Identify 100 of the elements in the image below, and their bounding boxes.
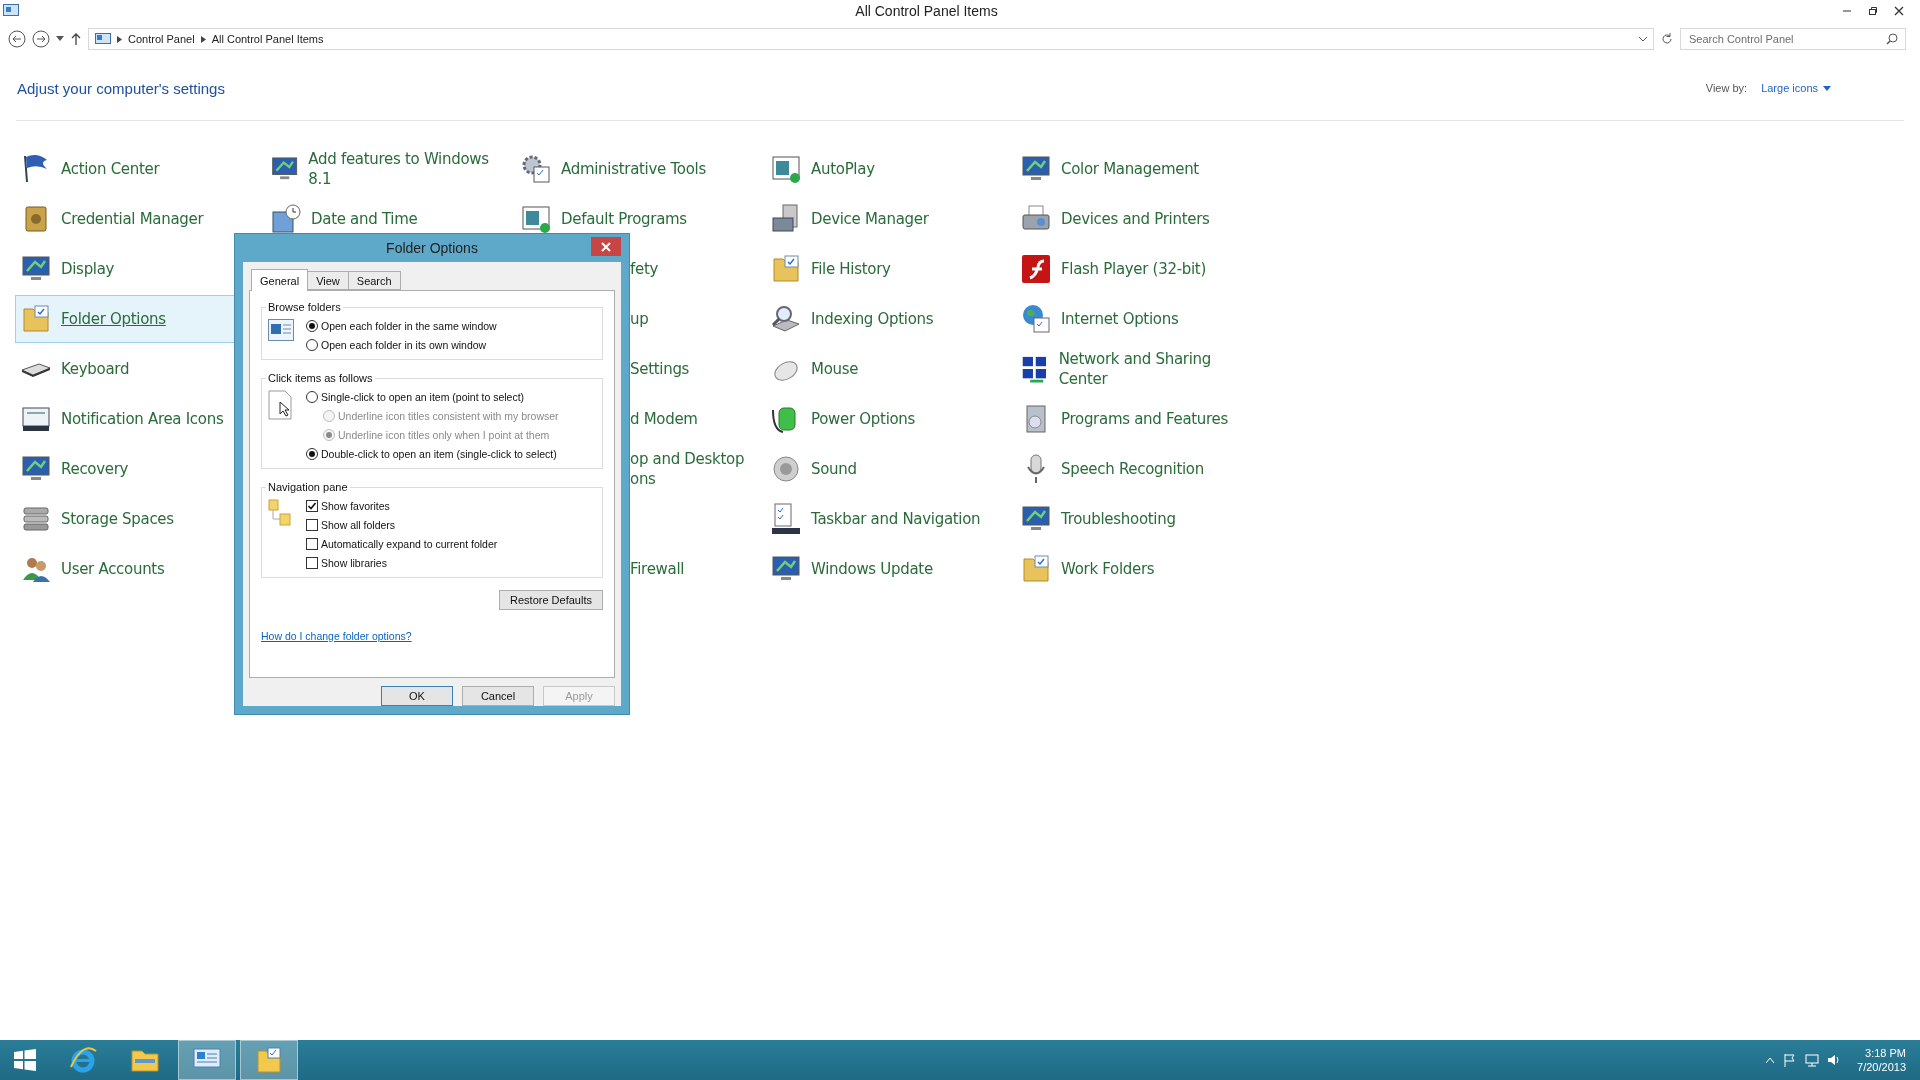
window-title: All Control Panel Items [854,3,999,19]
address-bar[interactable]: Control Panel All Control Panel Items [88,28,1654,50]
page-heading: Adjust your computer's settings [17,79,225,97]
control-panel-item[interactable]: Power Options [765,395,1001,443]
pointer-icon [268,390,292,420]
chevron-icon [200,35,206,43]
dialog-button[interactable]: OK [381,686,453,706]
history-dropdown-button[interactable] [56,36,64,42]
view-by-dropdown[interactable]: Large icons [1761,82,1831,94]
control-panel-item[interactable]: Flash Player (32-bit) [1015,245,1251,293]
close-icon [601,241,611,252]
option-label: Open each folder in the same window [321,319,497,332]
tab[interactable]: View [307,271,349,290]
option-label: Open each folder in its own window [321,338,487,351]
dialog-title: Folder Options [386,240,478,256]
checkbox[interactable] [306,537,318,550]
flag-icon [1783,1053,1798,1067]
control-panel-item[interactable]: Storage Spaces [15,495,251,543]
group-title: Browse folders [267,301,342,313]
refresh-button[interactable] [1660,32,1674,46]
tab[interactable]: General [251,269,309,291]
flash-icon [1019,252,1053,286]
search-field[interactable]: Search Control Panel [1680,28,1906,50]
forward-button[interactable] [32,30,50,48]
restore-icon [1868,6,1878,16]
dialog-button[interactable]: Cancel [462,686,534,706]
control-panel-item[interactable]: Mouse [765,345,1001,393]
checkbox[interactable] [306,556,318,569]
folder-icon [130,1047,160,1073]
group-title: Click items as follows [267,372,374,384]
tab[interactable]: Search [347,271,401,290]
radio-button[interactable] [306,319,318,332]
option-label: Automatically expand to current folder [321,537,498,550]
help-link[interactable]: How do I change folder options? [261,630,412,642]
control-panel-item[interactable]: Troubleshooting [1015,495,1251,543]
control-panel-item[interactable]: Default Programs [515,195,751,243]
browser-icon [68,1045,98,1075]
option-label: Show favorites [321,499,390,512]
radio-button[interactable] [306,390,318,403]
control-panel-icon [95,32,111,46]
control-panel-item[interactable]: Speech Recognition [1015,445,1251,493]
control-panel-item[interactable]: Indexing Options [765,295,1001,343]
control-panel-item[interactable]: Date and Time [265,195,501,243]
chevron-up-icon [1765,1056,1776,1064]
clock-date: 7/20/2013 [1857,1060,1906,1074]
control-panel-item[interactable]: Administrative Tools [515,145,751,193]
control-panel-item[interactable]: Add features to Windows 8.1 [265,145,501,193]
app-icon [3,4,19,18]
control-panel-item[interactable]: Work Folders [1015,545,1251,593]
control-panel-item[interactable]: Devices and Printers [1015,195,1251,243]
calendar-icon [269,202,303,236]
control-panel-item[interactable]: Device Manager [765,195,1001,243]
control-panel-item[interactable]: Keyboard [15,345,251,393]
up-button[interactable] [70,32,82,46]
breadcrumb[interactable]: Control Panel [128,33,195,45]
option-label: Single-click to open an item (point to select) [321,390,525,403]
option-label: Underline icon titles only when I point at them [338,428,550,441]
control-panel-item[interactable]: Display [15,245,251,293]
taskbar-app[interactable] [240,1040,298,1080]
back-button[interactable] [8,30,26,48]
option-label: Show all folders [321,518,396,531]
caret-icon [1823,85,1831,91]
group-title: Navigation pane [267,481,349,493]
radio-button[interactable] [306,447,318,460]
control-panel-item[interactable]: Internet Options [1015,295,1251,343]
option-label: Double-click to open an item (single-click to select) [321,447,557,460]
option-label: Underline icon titles consistent with my browser [338,409,559,422]
control-panel-item[interactable]: Windows Update [765,545,1001,593]
control-panel-item[interactable]: Notification Area Icons [15,395,251,443]
control-panel-item[interactable]: AutoPlay [765,145,1001,193]
control-panel-item[interactable]: Color Management [1015,145,1251,193]
breadcrumb[interactable]: All Control Panel Items [211,33,324,45]
option-label: Show libraries [321,556,387,569]
speaker-icon [1827,1053,1842,1067]
taskbar-app[interactable] [178,1040,236,1080]
dropdown-icon [1639,36,1647,42]
control-panel-item[interactable]: Sound [765,445,1001,493]
view-by-label: View by: [1705,82,1748,94]
control-panel-item[interactable]: Taskbar and Navigation [765,495,1001,543]
close-icon [1894,6,1904,16]
checkbox[interactable] [306,518,318,531]
restore-defaults-button[interactable]: Restore Defaults [499,590,603,610]
folder-tree-icon [268,499,292,529]
control-panel-item[interactable]: User Accounts [15,545,251,593]
search-icon [1886,33,1898,45]
control-panel-item[interactable]: Network and Sharing Center [1015,345,1251,393]
minimize-icon [1842,10,1852,12]
control-panel-item[interactable]: Action Center [15,145,251,193]
control-panel-item[interactable]: File History [765,245,1001,293]
control-panel-item[interactable]: Credential Manager [15,195,251,243]
windows-logo-icon [13,1048,37,1072]
control-panel-item[interactable]: Programs and Features [1015,395,1251,443]
radio-button[interactable] [306,338,318,351]
window-icon [268,319,294,341]
network-icon [1805,1053,1820,1067]
checkbox[interactable] [306,499,318,512]
checklist-icon [769,502,803,536]
chevron-icon [117,35,122,43]
clock-time: 3:18 PM [1865,1046,1906,1060]
control-panel-item[interactable]: Recovery [15,445,251,493]
